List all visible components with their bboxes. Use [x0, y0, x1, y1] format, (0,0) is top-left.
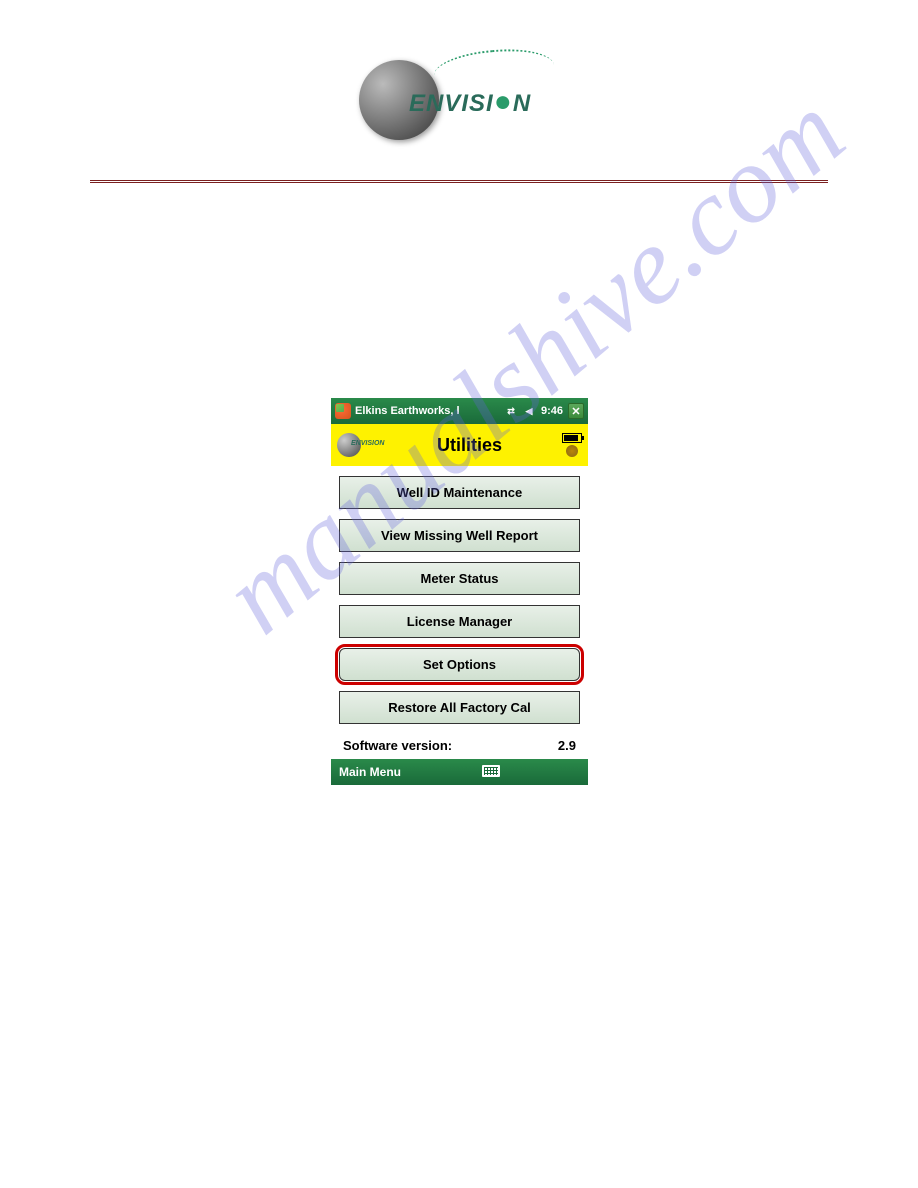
- volume-icon[interactable]: ◀: [522, 405, 536, 417]
- screen-title: Utilities: [377, 435, 562, 456]
- clock: 9:46: [541, 405, 563, 417]
- envision-logo: ENVISI●N: [359, 40, 559, 140]
- software-version-value: 2.9: [558, 738, 576, 753]
- set-options-button[interactable]: Set Options: [339, 648, 580, 681]
- window-titlebar: Elkins Earthworks, l ⇄ ◀ 9:46 ✕: [331, 398, 588, 424]
- well-id-maintenance-button[interactable]: Well ID Maintenance: [339, 476, 580, 509]
- app-logo-small: ENVISION: [337, 430, 377, 460]
- settings-icon[interactable]: [566, 445, 578, 457]
- keyboard-icon: [482, 765, 500, 777]
- connectivity-icon[interactable]: ⇄: [504, 405, 518, 417]
- app-header: ENVISION Utilities: [331, 424, 588, 466]
- main-menu-button[interactable]: Main Menu: [339, 765, 401, 779]
- bottombar: Main Menu: [331, 759, 588, 785]
- windows-start-icon[interactable]: [335, 403, 351, 419]
- window-title: Elkins Earthworks, l: [355, 405, 460, 417]
- logo-text: ENVISI●N: [409, 85, 531, 119]
- keyboard-toggle[interactable]: [401, 765, 580, 780]
- view-missing-well-report-button[interactable]: View Missing Well Report: [339, 519, 580, 552]
- software-version-row: Software version: 2.9: [339, 734, 580, 757]
- app-body: Well ID Maintenance View Missing Well Re…: [331, 466, 588, 759]
- restore-factory-cal-button[interactable]: Restore All Factory Cal: [339, 691, 580, 724]
- device-screenshot: Elkins Earthworks, l ⇄ ◀ 9:46 ✕ ENVISION…: [331, 398, 588, 790]
- software-version-label: Software version:: [343, 738, 452, 753]
- license-manager-button[interactable]: License Manager: [339, 605, 580, 638]
- app-logo-text: ENVISION: [351, 440, 384, 447]
- battery-icon: [562, 433, 582, 443]
- page-header: ENVISI●N: [0, 40, 918, 145]
- header-divider: [90, 180, 828, 184]
- header-right: [562, 433, 582, 457]
- close-button[interactable]: ✕: [568, 403, 584, 419]
- meter-status-button[interactable]: Meter Status: [339, 562, 580, 595]
